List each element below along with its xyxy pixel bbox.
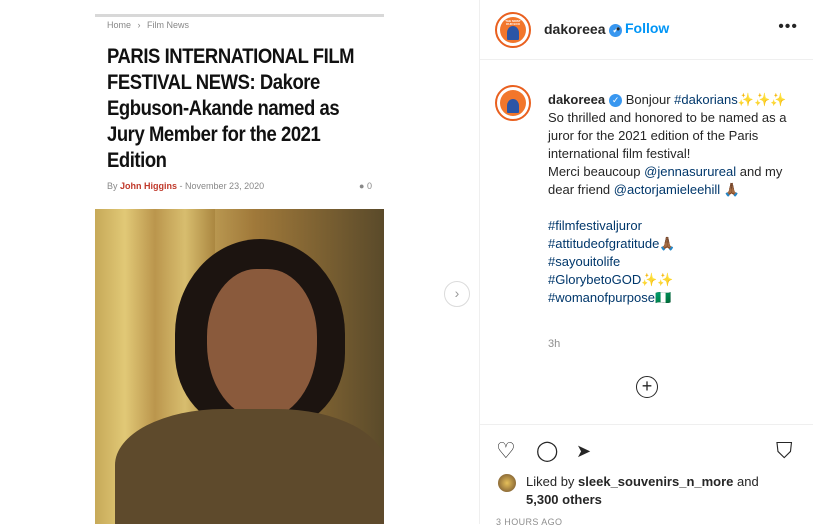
caption-avatar[interactable]: [495, 85, 531, 121]
post-caption: dakoreea ✓ Bonjour #dakorians✨✨✨ So thril…: [548, 91, 788, 307]
caption-timestamp[interactable]: 3h: [548, 338, 560, 350]
article-date: - November 23, 2020: [179, 181, 265, 191]
comment-count: ● 0: [359, 181, 372, 191]
post-sidebar: THE MOST OUR ECO dakoreea ✓ • Follow ••• …: [479, 0, 813, 527]
heart-icon[interactable]: ♡: [496, 439, 516, 463]
post-media: Home › Film News PARIS INTERNATIONAL FIL…: [0, 0, 479, 524]
liker-username[interactable]: sleek_souvenirs_n_more: [578, 474, 733, 489]
breadcrumb-film-news: Film News: [147, 20, 190, 30]
breadcrumb: Home › Film News: [107, 20, 193, 30]
post-header: THE MOST OUR ECO dakoreea ✓ • Follow •••: [480, 0, 813, 60]
avatar[interactable]: THE MOST OUR ECO: [495, 12, 531, 48]
next-media-button[interactable]: ›: [444, 281, 470, 307]
hashtag-womanofpurpose[interactable]: #womanofpurpose🇳🇬: [548, 289, 788, 307]
by-label: By: [107, 181, 118, 191]
comment-count-value: 0: [366, 181, 372, 191]
post-actions: ♡ ◯ ➤ ⛉ Liked by sleek_souvenirs_n_more …: [480, 424, 813, 527]
mention-actorjamieleehill[interactable]: @actorjamieleehill: [614, 182, 720, 197]
caption-tail: 🙏🏾: [723, 182, 740, 197]
speech-bubble-icon: ●: [359, 181, 365, 191]
verified-badge-icon: ✓: [609, 94, 623, 108]
article-byline: By John Higgins - November 23, 2020: [107, 181, 264, 191]
liked-by-label: Liked by: [526, 474, 575, 489]
article-headline: PARIS INTERNATIONAL FILM FESTIVAL NEWS: …: [107, 45, 355, 172]
load-more-comments-icon[interactable]: +: [636, 376, 658, 398]
hashtag-filmfestivaljuror[interactable]: #filmfestivaljuror: [548, 217, 788, 235]
more-options-icon[interactable]: •••: [778, 18, 798, 36]
caption-username[interactable]: dakoreea: [548, 92, 605, 107]
article-top-bar: [95, 14, 384, 17]
dot-separator: •: [616, 22, 621, 36]
chevron-right-icon: ›: [454, 285, 460, 301]
caption-text-1: So thrilled and honored to be named as a…: [548, 110, 787, 161]
mention-jennasurureal[interactable]: @jennasurureal: [644, 164, 736, 179]
liked-and: and: [737, 474, 759, 489]
article-photo: [95, 209, 384, 524]
breadcrumb-separator: ›: [137, 20, 141, 30]
photo-face: [207, 269, 317, 419]
follow-button[interactable]: Follow: [625, 20, 669, 36]
caption-text-2: Merci beaucoup: [548, 164, 641, 179]
bookmark-icon[interactable]: ⛉: [776, 439, 793, 463]
hashtag-sayouitolife[interactable]: #sayouitolife: [548, 253, 788, 271]
post-username[interactable]: dakoreea ✓: [544, 21, 623, 37]
post-age[interactable]: 3 HOURS AGO: [496, 517, 562, 527]
author-name: John Higgins: [120, 181, 178, 191]
likes-summary: Liked by sleek_souvenirs_n_more and 5,30…: [526, 473, 776, 509]
hashtag-dakorians[interactable]: #dakorians✨✨✨: [674, 92, 786, 107]
article-screenshot: Home › Film News PARIS INTERNATIONAL FIL…: [95, 0, 384, 524]
liked-others[interactable]: 5,300 others: [526, 492, 602, 507]
breadcrumb-home: Home: [107, 20, 132, 30]
username-text[interactable]: dakoreea: [544, 21, 605, 37]
hashtag-attitudeofgratitude[interactable]: #attitudeofgratitude🙏🏾: [548, 235, 788, 253]
photo-body: [115, 409, 384, 524]
comment-icon[interactable]: ◯: [536, 439, 558, 463]
caption-greeting: Bonjour: [625, 92, 671, 107]
liker-avatar[interactable]: [498, 474, 516, 492]
hashtag-glorybetogod[interactable]: #GlorybetoGOD✨✨: [548, 271, 788, 289]
share-icon[interactable]: ➤: [576, 439, 591, 463]
